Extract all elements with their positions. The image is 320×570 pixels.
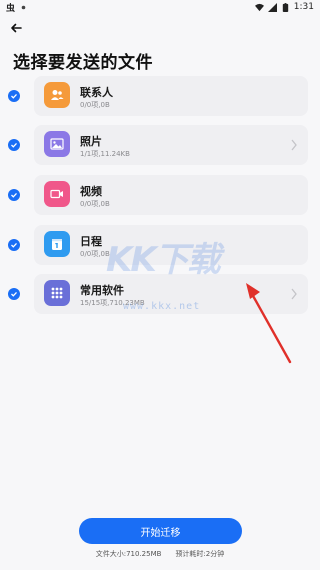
annotation-arrow-icon — [246, 283, 292, 364]
watermark-logo: KK下载 — [106, 240, 221, 280]
wifi-icon — [254, 3, 264, 11]
category-detail: 0/0项,0B — [80, 101, 110, 109]
video-icon — [44, 181, 70, 207]
apps-grid-icon — [44, 280, 70, 306]
category-label: 视频 — [80, 185, 102, 198]
back-button[interactable] — [8, 20, 24, 36]
list-item-videos: 视频 0/0项,0B — [0, 175, 320, 215]
item-checkbox[interactable] — [8, 139, 20, 151]
notification-icon: 虫 — [6, 3, 16, 14]
file-size-label: 文件大小:710.25MB — [95, 550, 162, 558]
category-label: 照片 — [80, 135, 102, 148]
watermark-url: www.kkx.net — [123, 301, 201, 312]
signal-icon — [267, 2, 277, 12]
clock: 1:31 — [293, 2, 314, 12]
transfer-summary: 文件大小:710.25MB 预计耗时:2分钟 — [0, 549, 320, 559]
status-bar: 虫 1:31 — [0, 0, 320, 14]
category-label: 常用软件 — [80, 284, 124, 297]
start-migration-button[interactable]: 开始迁移 — [79, 518, 242, 544]
category-detail: 1/1项,11.24KB — [80, 150, 130, 158]
checkmark-icon — [11, 192, 17, 198]
checkmark-icon — [11, 291, 17, 297]
list-item-contacts: 联系人 0/0项,0B — [0, 76, 320, 116]
item-checkbox[interactable] — [8, 288, 20, 300]
notification-dots-icon — [21, 5, 26, 9]
checkmark-icon — [11, 142, 17, 148]
list-item-photos: 照片 1/1项,11.24KB — [0, 125, 320, 165]
checkmark-icon — [11, 242, 17, 248]
page-title: 选择要发送的文件 — [13, 53, 153, 73]
photo-icon — [44, 131, 70, 157]
calendar-icon — [44, 231, 70, 257]
checkmark-icon — [11, 93, 17, 99]
contacts-icon — [44, 82, 70, 108]
category-card[interactable]: 联系人 0/0项,0B — [34, 76, 308, 116]
item-checkbox[interactable] — [8, 239, 20, 251]
category-card[interactable]: 照片 1/1项,11.24KB — [34, 125, 308, 165]
item-checkbox[interactable] — [8, 189, 20, 201]
back-arrow-icon — [11, 23, 22, 33]
category-label: 联系人 — [80, 86, 113, 99]
category-card[interactable]: 视频 0/0项,0B — [34, 175, 308, 215]
estimated-time-label: 预计耗时:2分钟 — [175, 550, 225, 558]
chevron-right-icon — [291, 139, 297, 151]
item-checkbox[interactable] — [8, 90, 20, 102]
battery-icon — [282, 2, 288, 12]
category-label: 日程 — [80, 235, 102, 248]
category-detail: 0/0项,0B — [80, 200, 110, 208]
